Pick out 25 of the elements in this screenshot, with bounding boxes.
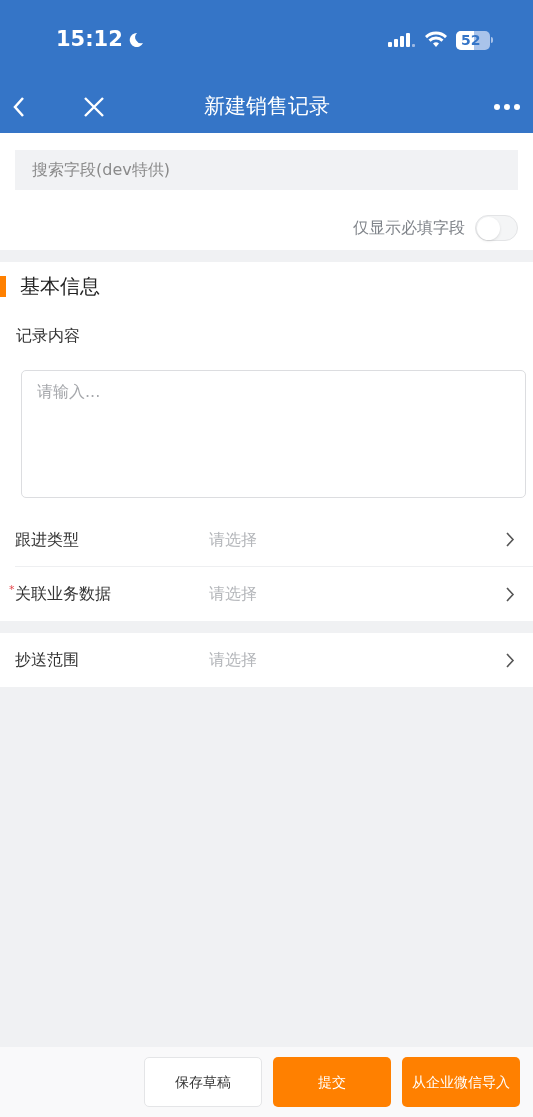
select-placeholder: 请选择 [209, 649, 257, 671]
record-content-field[interactable]: 请输入... [21, 370, 526, 498]
signal-icon [388, 31, 416, 49]
battery-icon: 52 [456, 30, 493, 50]
chevron-right-icon [506, 532, 515, 547]
close-icon[interactable] [83, 95, 105, 118]
required-only-toggle[interactable] [475, 215, 518, 241]
more-icon[interactable] [493, 102, 521, 111]
required-mark: * [9, 582, 15, 598]
required-only-label: 仅显示必填字段 [353, 217, 465, 239]
row-label: 抄送范围 [15, 649, 79, 671]
page-title: 新建销售记录 [203, 92, 330, 120]
select-placeholder: 请选择 [209, 528, 257, 551]
select-row[interactable]: 跟进类型 请选择 [15, 513, 533, 567]
select-placeholder: 请选择 [209, 583, 257, 605]
row-label: 关联业务数据 [15, 583, 111, 605]
row-label: 跟进类型 [15, 528, 79, 551]
chevron-right-icon [506, 652, 515, 668]
section-title: 基本信息 [20, 273, 100, 300]
section-marker [0, 275, 6, 297]
field-label: 记录内容 [16, 326, 80, 345]
wifi-icon [424, 31, 448, 49]
chevron-right-icon [506, 586, 515, 602]
status-time: 15:12 [56, 26, 123, 54]
draft-button[interactable]: 保存草稿 [144, 1057, 262, 1107]
